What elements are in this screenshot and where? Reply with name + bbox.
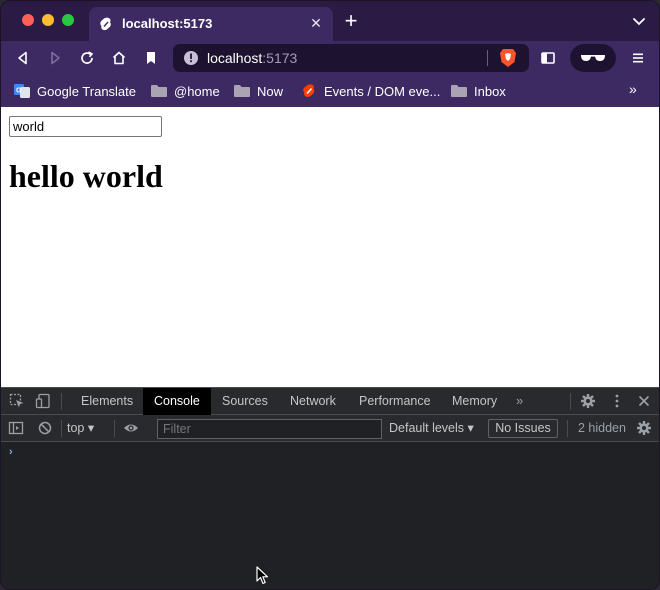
tab-title: localhost:5173 <box>122 16 213 31</box>
reload-icon <box>81 51 94 64</box>
close-window-button[interactable] <box>22 14 34 26</box>
reload-button[interactable] <box>76 47 98 69</box>
site-info-icon[interactable] <box>183 50 199 66</box>
sidebar-button[interactable] <box>537 47 559 69</box>
svelte-favicon-icon <box>100 17 111 31</box>
mouse-pointer-icon <box>256 566 269 585</box>
tab-close-icon[interactable]: ✕ <box>307 14 325 32</box>
devtools-divider <box>567 420 568 437</box>
bookmark-label: Inbox <box>474 83 506 99</box>
console-toolbar: top ▾ Default levels ▾ No Issues 2 hidde… <box>1 415 659 442</box>
new-tab-button[interactable]: + <box>341 10 361 32</box>
devtools-divider <box>114 420 115 437</box>
console-settings-gear-icon[interactable] <box>636 420 652 436</box>
url-host: localhost <box>207 50 263 66</box>
bookmark-google-translate[interactable]: G Google Translate <box>14 81 136 101</box>
url-port: :5173 <box>262 50 298 66</box>
close-devtools-icon[interactable] <box>636 393 652 409</box>
maximize-window-button[interactable] <box>62 14 74 26</box>
devtools-divider <box>61 393 62 410</box>
brave-shield-icon[interactable] <box>499 48 517 68</box>
more-tabs-icon[interactable]: » <box>516 393 523 408</box>
folder-icon <box>234 85 250 97</box>
bookmark-button[interactable] <box>140 47 162 69</box>
svelte-icon <box>303 84 315 97</box>
page-viewport: hello world <box>1 107 659 387</box>
svg-text:G: G <box>16 88 22 95</box>
bookmark-label: Google Translate <box>37 83 137 99</box>
bookmark-now-folder[interactable]: Now <box>234 81 283 101</box>
sidebar-icon <box>541 52 555 64</box>
folder-icon <box>151 85 167 97</box>
home-icon <box>112 51 126 65</box>
browser-window: localhost:5173 ✕ + localhost:5173 G Goog… <box>0 0 660 590</box>
bookmark-label: Now <box>257 83 284 99</box>
more-options-icon[interactable] <box>609 393 625 409</box>
log-levels-dropdown[interactable]: Default levels ▾ <box>389 415 474 442</box>
devtools-tab-bar: Elements Console Sources Network Perform… <box>1 388 659 415</box>
bookmark-inbox-folder[interactable]: Inbox <box>451 81 506 101</box>
private-window-indicator[interactable] <box>570 44 616 72</box>
tab-performance[interactable]: Performance <box>348 388 442 415</box>
back-button[interactable] <box>12 47 34 69</box>
console-output[interactable]: › <box>1 442 659 589</box>
bookmark-label: @home <box>174 83 220 99</box>
browser-toolbar: localhost:5173 <box>1 41 659 75</box>
console-prompt: › <box>9 446 13 458</box>
device-toolbar-icon[interactable] <box>35 393 51 409</box>
tab-strip: localhost:5173 ✕ + <box>1 1 659 41</box>
hamburger-menu-icon <box>633 53 643 63</box>
sunglasses-icon <box>581 55 605 61</box>
back-icon <box>18 51 27 65</box>
context-label: top <box>67 421 85 435</box>
tab-network[interactable]: Network <box>279 388 347 415</box>
tab-memory[interactable]: Memory <box>441 388 508 415</box>
settings-gear-icon[interactable] <box>580 393 596 409</box>
menu-button[interactable] <box>627 47 649 69</box>
bookmark-label: Events / DOM eve... <box>324 83 441 99</box>
bookmarks-overflow-icon[interactable]: » <box>629 81 637 97</box>
name-input[interactable] <box>9 116 162 137</box>
tab-elements[interactable]: Elements <box>70 388 144 415</box>
browser-tab[interactable]: localhost:5173 ✕ <box>89 7 333 41</box>
bookmark-home-folder[interactable]: @home <box>151 81 220 101</box>
hidden-messages-count: 2 hidden <box>578 421 626 435</box>
minimize-window-button[interactable] <box>42 14 54 26</box>
greeting-heading: hello world <box>9 158 163 194</box>
url-text[interactable]: localhost:5173 <box>207 50 297 66</box>
tab-search-chevron-icon[interactable] <box>631 13 647 29</box>
bookmark-svelte-events[interactable]: Events / DOM eve... <box>301 81 440 101</box>
forward-button[interactable] <box>44 47 66 69</box>
home-button[interactable] <box>108 47 130 69</box>
bookmarks-bar: G Google Translate @home Now Events / DO… <box>1 75 659 107</box>
console-sidebar-icon[interactable] <box>8 420 24 436</box>
forward-icon <box>51 51 60 65</box>
log-levels-label: Default levels <box>389 421 465 435</box>
context-selector[interactable]: top ▾ <box>67 415 94 442</box>
address-bar[interactable]: localhost:5173 <box>173 44 529 72</box>
issues-button[interactable]: No Issues <box>488 419 558 438</box>
google-translate-icon: G <box>14 84 30 98</box>
inspect-element-icon[interactable] <box>9 393 25 409</box>
devtools-panel: Elements Console Sources Network Perform… <box>1 387 659 589</box>
folder-icon <box>451 85 467 97</box>
bookmark-icon <box>147 52 155 64</box>
address-divider <box>487 50 488 66</box>
tab-console[interactable]: Console <box>143 388 211 415</box>
console-filter-input[interactable] <box>157 419 382 439</box>
clear-console-icon[interactable] <box>37 420 53 436</box>
tab-sources[interactable]: Sources <box>211 388 279 415</box>
devtools-divider <box>61 420 62 437</box>
live-expression-eye-icon[interactable] <box>123 420 139 436</box>
devtools-divider <box>570 393 571 410</box>
